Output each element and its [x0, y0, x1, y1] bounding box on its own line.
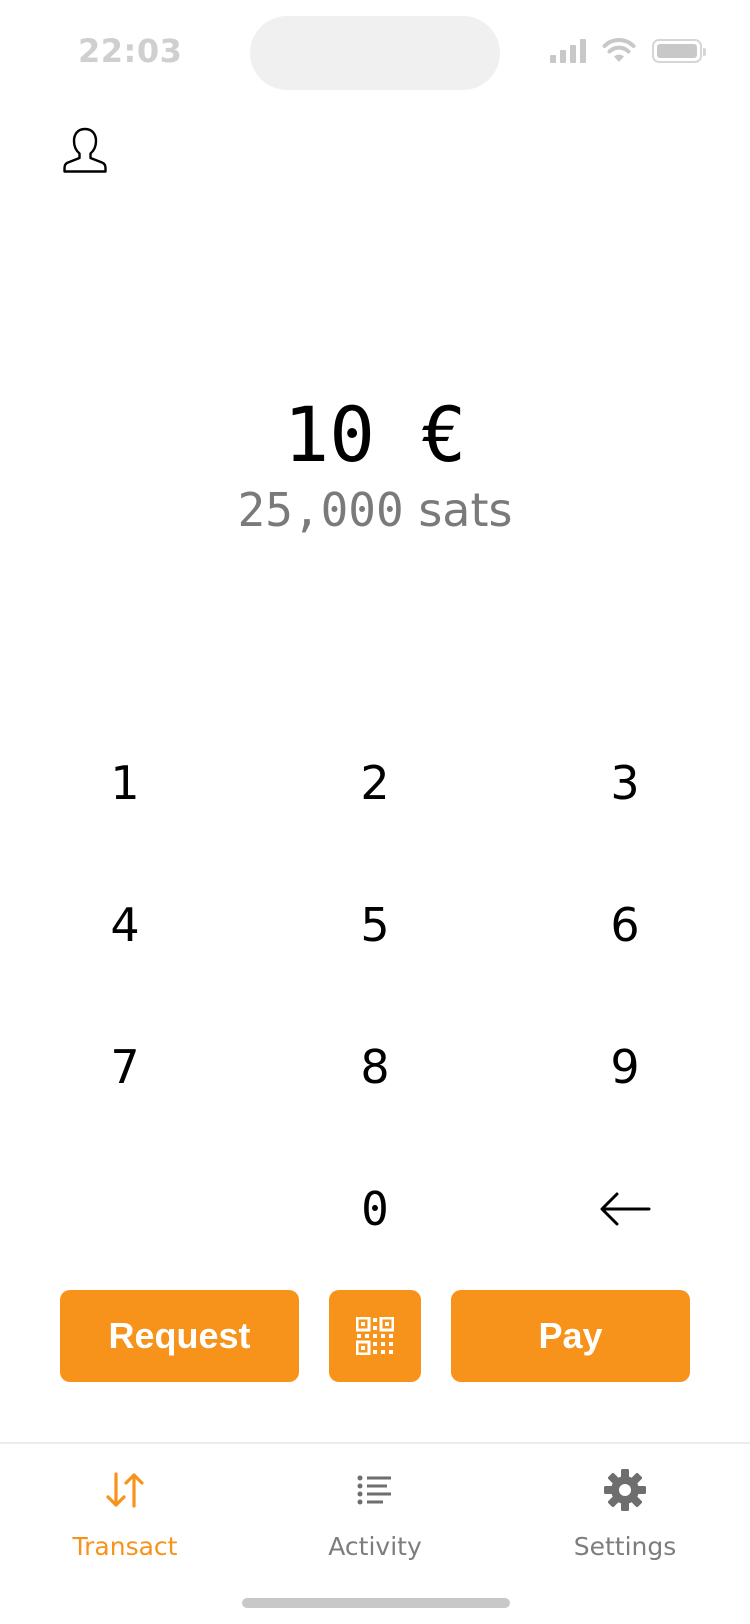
amount-display: 10 € 25,000 sats [0, 390, 750, 540]
key-7[interactable]: 7 [0, 996, 250, 1138]
profile-button[interactable] [62, 126, 108, 174]
gear-icon [604, 1469, 646, 1511]
status-time: 22:03 [78, 32, 183, 70]
arrow-left-icon [600, 1192, 651, 1226]
key-empty [0, 1138, 250, 1280]
numeric-keypad: 1 2 3 4 5 6 7 8 9 0 [0, 712, 750, 1280]
key-3[interactable]: 3 [500, 712, 750, 854]
key-5[interactable]: 5 [250, 854, 500, 996]
home-indicator [242, 1598, 510, 1608]
nav-label-transact: Transact [72, 1532, 178, 1561]
cellular-signal-icon [550, 39, 586, 63]
backspace-key[interactable] [500, 1138, 750, 1280]
sats-amount: 25,000 sats [0, 480, 750, 540]
sats-unit: sats [418, 483, 513, 537]
fiat-amount: 10 € [283, 390, 467, 479]
key-6[interactable]: 6 [500, 854, 750, 996]
user-profile-icon [63, 127, 107, 173]
qr-code-icon [356, 1317, 394, 1355]
sats-value: 25,000 [237, 483, 404, 537]
key-2[interactable]: 2 [250, 712, 500, 854]
nav-label-activity: Activity [328, 1532, 422, 1561]
request-button[interactable]: Request [60, 1290, 299, 1382]
key-4[interactable]: 4 [0, 854, 250, 996]
list-icon [357, 1475, 391, 1505]
scan-qr-button[interactable] [329, 1290, 421, 1382]
nav-label-settings: Settings [573, 1532, 677, 1561]
nav-item-transact[interactable]: Transact [0, 1444, 250, 1574]
arrows-up-down-icon [106, 1472, 144, 1508]
key-1[interactable]: 1 [0, 712, 250, 854]
dynamic-island [250, 16, 500, 90]
nav-item-activity[interactable]: Activity [250, 1444, 500, 1574]
pay-button[interactable]: Pay [451, 1290, 690, 1382]
wifi-icon [602, 38, 636, 62]
key-9[interactable]: 9 [500, 996, 750, 1138]
key-0[interactable]: 0 [250, 1138, 500, 1280]
status-icons [550, 38, 706, 64]
status-bar: 22:03 [0, 0, 750, 110]
bottom-navigation: Transact Activity Settings [0, 1444, 750, 1574]
action-buttons: Request Pay [60, 1290, 690, 1382]
key-8[interactable]: 8 [250, 996, 500, 1138]
battery-icon [652, 39, 706, 63]
nav-item-settings[interactable]: Settings [500, 1444, 750, 1574]
